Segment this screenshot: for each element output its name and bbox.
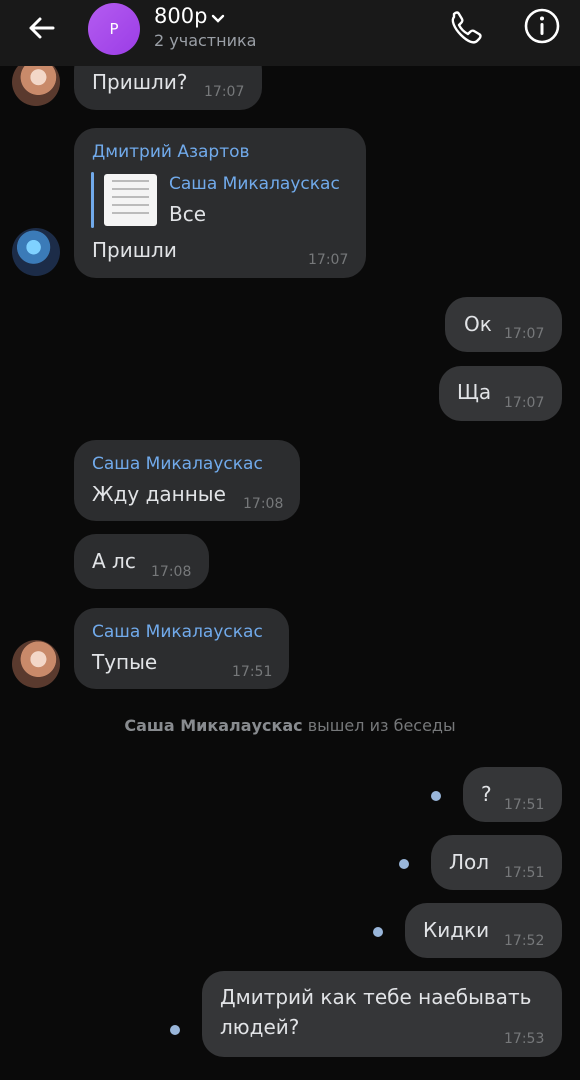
- message-text: Ок: [464, 312, 492, 336]
- message-text: Пришли: [92, 238, 177, 262]
- avatar-sasha[interactable]: [12, 640, 60, 688]
- sender-name: Дмитрий Азартов: [92, 142, 250, 162]
- reply-text: Все: [169, 202, 207, 226]
- reply-bar: [91, 172, 94, 228]
- unread-dot: [170, 1025, 180, 1035]
- outgoing-message-bubble[interactable]: Лол 17:51: [431, 835, 562, 890]
- reply-image-thumbnail[interactable]: [104, 174, 157, 226]
- message-text: Пришли?: [92, 70, 188, 94]
- message-time: 17:08: [243, 496, 284, 512]
- message-bubble[interactable]: Саша Микалаускас Жду данные 17:08: [74, 440, 300, 521]
- info-button[interactable]: [520, 4, 564, 48]
- outgoing-message-bubble[interactable]: Ща 17:07: [439, 366, 562, 421]
- message-bubble-reply[interactable]: Дмитрий Азартов Саша Микалаускас Все При…: [74, 128, 366, 278]
- outgoing-message-bubble[interactable]: Кидки 17:52: [405, 903, 562, 958]
- reply-sender-name: Саша Микалаускас: [169, 174, 340, 194]
- unread-dot: [373, 927, 383, 937]
- message-time: 17:07: [308, 252, 349, 268]
- back-button[interactable]: [22, 8, 62, 48]
- message-time: 17:51: [232, 664, 273, 680]
- outgoing-message-bubble[interactable]: Дмитрий как тебе наебывать людей? 17:53: [202, 971, 562, 1057]
- sender-name: Саша Микалаускас: [92, 454, 263, 474]
- call-button[interactable]: [444, 6, 486, 48]
- chat-title: 800р: [154, 4, 208, 28]
- message-text: Лол: [449, 850, 490, 874]
- message-time: 17:07: [204, 84, 245, 100]
- outgoing-message-bubble[interactable]: Ок 17:07: [445, 297, 562, 352]
- message-text-line2: людей?: [220, 1015, 300, 1039]
- message-text: А лс: [92, 549, 136, 573]
- arrow-left-icon: [29, 17, 55, 39]
- message-text: Жду данные: [92, 482, 226, 506]
- message-text: Кидки: [423, 918, 490, 942]
- info-icon: [524, 8, 560, 44]
- message-bubble[interactable]: Саша Микалаускас Тупые 17:51: [74, 608, 289, 689]
- message-time: 17:52: [504, 933, 545, 949]
- message-time: 17:51: [504, 797, 545, 813]
- sender-name: Саша Микалаускас: [92, 622, 263, 642]
- chat-header: Р 800р 2 участника: [0, 0, 580, 66]
- service-text: вышел из беседы: [307, 716, 456, 735]
- message-time: 17:07: [504, 395, 545, 411]
- message-time: 17:51: [504, 865, 545, 881]
- unread-dot: [399, 859, 409, 869]
- message-time: 17:53: [504, 1031, 545, 1047]
- message-text: ?: [481, 782, 492, 806]
- chevron-down-icon: [212, 14, 225, 23]
- service-message: Саша Микалаускас вышел из беседы: [0, 716, 580, 735]
- phone-icon: [451, 11, 482, 44]
- avatar-dmitry[interactable]: [12, 228, 60, 276]
- message-time: 17:08: [151, 564, 192, 580]
- message-text: Ща: [457, 380, 492, 404]
- outgoing-message-bubble[interactable]: ? 17:51: [463, 767, 562, 822]
- service-user-name[interactable]: Саша Микалаускас: [124, 716, 302, 735]
- chat-avatar[interactable]: Р: [88, 3, 140, 55]
- message-bubble[interactable]: А лс 17:08: [74, 534, 209, 589]
- message-time: 17:07: [504, 326, 545, 342]
- unread-dot: [431, 791, 441, 801]
- members-count: 2 участника: [154, 31, 257, 50]
- message-text: Дмитрий как тебе наебывать: [220, 985, 532, 1009]
- chat-title-area[interactable]: 800р 2 участника: [154, 4, 256, 50]
- message-text: Тупые: [92, 650, 158, 674]
